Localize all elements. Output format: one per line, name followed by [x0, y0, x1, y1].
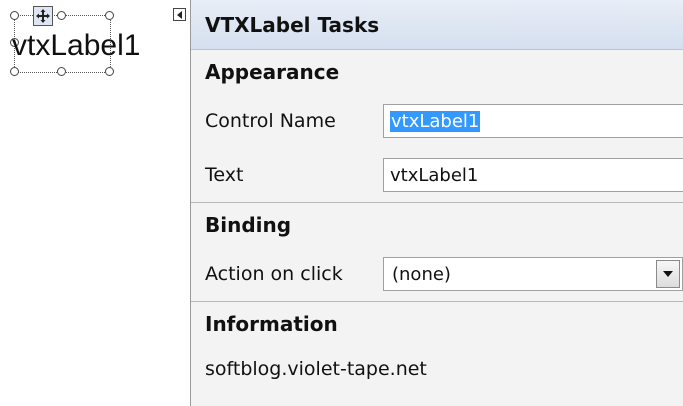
resize-handle-top-right[interactable]	[105, 11, 114, 20]
resize-handle-bottom[interactable]	[57, 67, 66, 76]
resize-handle-top-left[interactable]	[10, 11, 19, 20]
resize-handle-top[interactable]	[57, 11, 66, 20]
control-name-value: vtxLabel1	[390, 110, 481, 132]
row-text: Text vtxLabel1	[191, 148, 683, 202]
row-control-name: Control Name vtxLabel1	[191, 94, 683, 148]
control-name-input[interactable]: vtxLabel1	[383, 104, 683, 138]
resize-handle-bottom-left[interactable]	[10, 67, 19, 76]
resize-handle-bottom-right[interactable]	[105, 67, 114, 76]
section-appearance: Appearance	[205, 60, 340, 84]
action-label: Action on click	[205, 263, 343, 285]
vtxlabel-control[interactable]: vtxLabel1	[12, 28, 140, 64]
row-action: Action on click (none)	[191, 247, 683, 301]
action-value: (none)	[392, 263, 451, 285]
section-binding: Binding	[205, 213, 292, 237]
info-link-text: softblog.violet-tape.net	[205, 358, 427, 380]
section-information: Information	[205, 312, 338, 336]
smart-tag-arrow-icon[interactable]	[173, 8, 186, 21]
designer-surface: vtxLabel1	[0, 0, 198, 406]
control-name-label: Control Name	[205, 110, 336, 132]
text-input[interactable]: vtxLabel1	[383, 158, 683, 192]
move-handle-icon[interactable]	[33, 6, 53, 26]
action-select[interactable]: (none)	[383, 257, 683, 291]
text-value: vtxLabel1	[390, 164, 479, 186]
panel-title: VTXLabel Tasks	[191, 0, 683, 50]
smart-tag-panel: VTXLabel Tasks Appearance Control Name v…	[190, 0, 683, 406]
text-label: Text	[205, 164, 244, 186]
dropdown-arrow-icon[interactable]	[656, 260, 680, 288]
